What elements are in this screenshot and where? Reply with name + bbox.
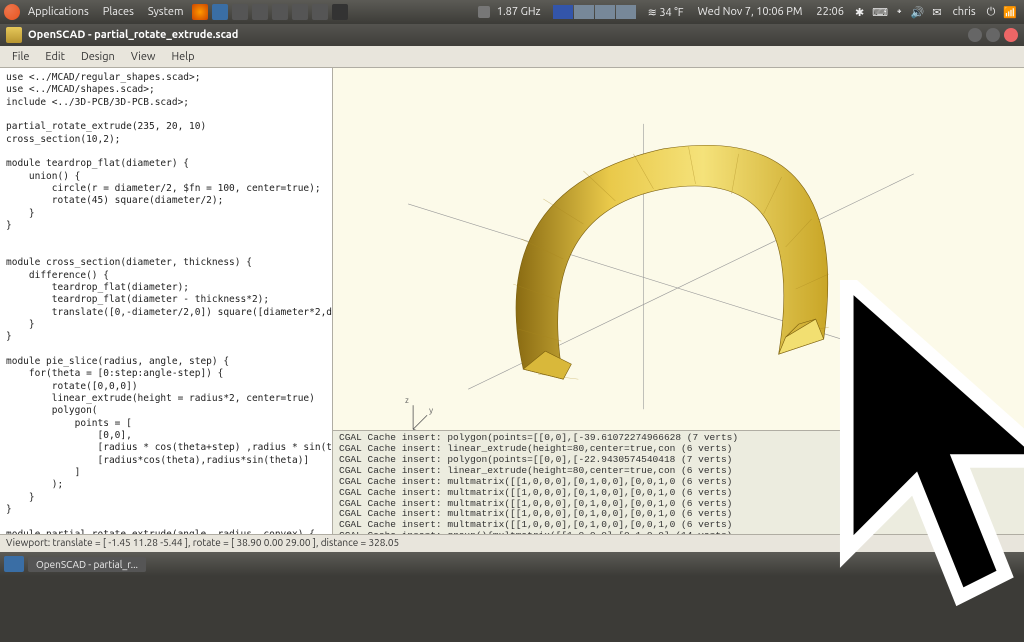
app-menu-bar: File Edit Design View Help bbox=[0, 46, 1024, 68]
firefox-icon[interactable] bbox=[192, 4, 208, 20]
menu-edit[interactable]: Edit bbox=[37, 49, 73, 65]
status-bar: Viewport: translate = [ -1.45 11.28 -5.4… bbox=[0, 534, 1024, 552]
axis-y-label: y bbox=[429, 406, 433, 415]
app-icon-1[interactable] bbox=[232, 4, 248, 20]
app-icon-4[interactable] bbox=[292, 4, 308, 20]
openscad-icon bbox=[6, 27, 22, 43]
workspace: use <../MCAD/regular_shapes.scad>; use <… bbox=[0, 68, 1024, 534]
menu-help[interactable]: Help bbox=[163, 49, 202, 65]
show-desktop-button[interactable] bbox=[4, 556, 24, 572]
window-title-bar[interactable]: OpenSCAD - partial_rotate_extrude.scad bbox=[0, 24, 1024, 46]
workspace-switcher[interactable] bbox=[553, 5, 636, 19]
menu-system[interactable]: System bbox=[142, 6, 190, 18]
gnome-top-panel: Applications Places System 1.87 GHz ≋ 34… bbox=[0, 0, 1024, 24]
menu-places[interactable]: Places bbox=[97, 6, 140, 18]
window-title: OpenSCAD - partial_rotate_extrude.scad bbox=[28, 29, 238, 41]
gnome-bottom-panel: OpenSCAD - partial_r... bbox=[0, 552, 1024, 576]
menu-applications[interactable]: Applications bbox=[22, 6, 95, 18]
axis-z-label: z bbox=[405, 396, 409, 405]
viewport-3d[interactable]: x y z bbox=[333, 68, 1024, 430]
keyboard-icon[interactable]: ⌨ bbox=[869, 6, 891, 19]
close-button[interactable] bbox=[1004, 28, 1018, 42]
clock-date[interactable]: Wed Nov 7, 10:06 PM bbox=[692, 6, 809, 18]
maximize-button[interactable] bbox=[986, 28, 1000, 42]
menu-view[interactable]: View bbox=[123, 49, 164, 65]
menu-design[interactable]: Design bbox=[73, 49, 123, 65]
code-editor[interactable]: use <../MCAD/regular_shapes.scad>; use <… bbox=[0, 68, 333, 534]
console-output[interactable]: CGAL Cache insert: polygon(points=[[0,0]… bbox=[333, 430, 1024, 534]
volume-icon[interactable]: 🔊 bbox=[908, 6, 928, 19]
cpu-freq: 1.87 GHz bbox=[491, 6, 547, 18]
taskbar-item-openscad[interactable]: OpenSCAD - partial_r... bbox=[28, 557, 146, 572]
cube-icon[interactable] bbox=[332, 4, 348, 20]
mail-icon[interactable]: ✉ bbox=[929, 6, 944, 19]
weather-indicator[interactable]: ≋ 34 °F bbox=[642, 6, 690, 19]
ubuntu-icon[interactable] bbox=[4, 4, 20, 20]
user-menu[interactable]: chris bbox=[947, 6, 982, 18]
cpu-icon bbox=[478, 6, 490, 18]
power-icon[interactable]: ⏻ bbox=[984, 6, 999, 19]
browser-icon[interactable] bbox=[212, 4, 228, 20]
network-icon[interactable]: 📶 bbox=[1000, 6, 1020, 19]
minimize-button[interactable] bbox=[968, 28, 982, 42]
bt2-icon[interactable]: ᛭ bbox=[893, 6, 906, 18]
app-icon-3[interactable] bbox=[272, 4, 288, 20]
menu-file[interactable]: File bbox=[4, 49, 37, 65]
bluetooth-icon[interactable]: ✱ bbox=[852, 6, 867, 19]
right-pane: x y z CGAL Cache insert: polygon(points=… bbox=[333, 68, 1024, 534]
app-icon-5[interactable] bbox=[312, 4, 328, 20]
clock-24h: 22:06 bbox=[810, 6, 850, 18]
app-icon-2[interactable] bbox=[252, 4, 268, 20]
